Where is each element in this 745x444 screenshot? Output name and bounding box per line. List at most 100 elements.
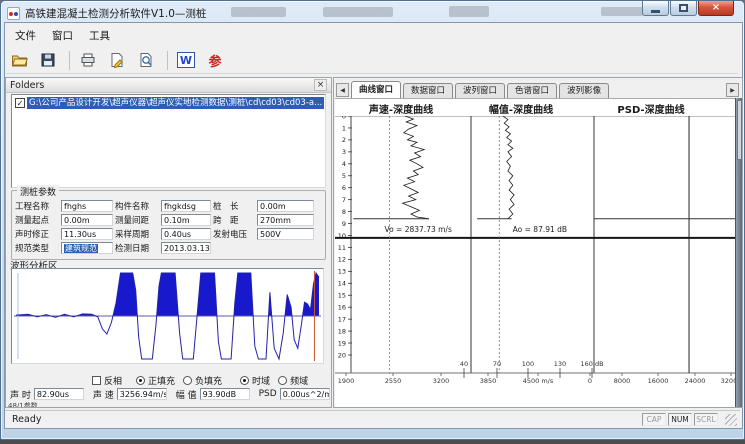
param-input[interactable]: fhgkdsg	[161, 200, 211, 212]
indicator-scrl: SCRL	[694, 413, 718, 426]
param-input[interactable]: 0.40us	[161, 228, 211, 240]
open-file-button[interactable]	[6, 49, 32, 72]
readout-2: 幅 值93.90dB	[176, 388, 250, 401]
radio-icon	[136, 376, 145, 385]
tab-spectrum[interactable]: 色谱窗口	[507, 83, 557, 98]
print-button[interactable]	[75, 49, 101, 72]
menu-item-window[interactable]: 窗口	[44, 26, 81, 45]
param-label: 跨 距	[213, 214, 255, 226]
x-tick-label: 2550	[385, 377, 402, 385]
checkbox-icon[interactable]: ✓	[15, 98, 25, 108]
readout-3: PSD0.00us^2/m	[259, 388, 330, 400]
radio-label: 频域	[290, 374, 308, 387]
svg-text:11: 11	[338, 244, 346, 252]
app-icon	[7, 7, 20, 20]
vertical-scrollbar[interactable]	[735, 98, 742, 408]
radio-fill-0[interactable]: 正填充	[136, 374, 175, 387]
param-label: 构件名称	[115, 200, 159, 212]
waveform-controls: 反相 正填充负填充 时域 频域	[6, 374, 331, 386]
readout-0: 声 时82.90us	[10, 388, 84, 401]
readout-input[interactable]: 3256.94m/s	[117, 388, 167, 400]
folder-list-item[interactable]: ✓G:\公司产品设计开发\超声仪器\超声仪实地检测数据\测桩\cd\cd03\c…	[13, 96, 324, 109]
tab-data[interactable]: 数据窗口	[403, 83, 453, 98]
menu-item-file[interactable]: 文件	[7, 26, 44, 45]
svg-text:2: 2	[342, 136, 346, 144]
radio-fill-1[interactable]: 负填充	[183, 374, 222, 387]
print-setup-button[interactable]	[104, 49, 130, 72]
tab-scroll-left-icon[interactable]: ◀	[336, 83, 349, 97]
title-bar[interactable]: 高铁建混凝土检测分析软件V1.0—测桩	[7, 4, 612, 22]
chart-title-0: 声速-深度曲线	[369, 101, 433, 116]
chart-annotation: Ao = 87.91 dB	[513, 225, 567, 234]
radio-domain-1[interactable]: 频域	[278, 374, 308, 387]
param-input[interactable]: 2013.03.13	[161, 242, 211, 254]
minimize-button[interactable]	[642, 1, 669, 16]
pile-parameters-grid: 工程名称fhghs构件名称fhgkdsg桩 长0.00m测量起点0.00m测量间…	[15, 200, 323, 254]
svg-text:6: 6	[342, 184, 346, 192]
readout-label: PSD	[259, 389, 277, 399]
folders-panel: Folders × ✓G:\公司产品设计开发\超声仪器\超声仪实地检测数据\测桩…	[5, 77, 332, 408]
folders-panel-title: Folders	[10, 80, 314, 91]
param-input[interactable]: fhghs	[61, 200, 113, 212]
param-input[interactable]: 0.00m	[61, 214, 113, 226]
x-tick-label: 24000	[685, 377, 706, 385]
indicator-cap: CAP	[642, 413, 666, 426]
toolbar-separator	[69, 51, 70, 70]
folder-open-icon	[11, 52, 28, 68]
close-button[interactable]: ×	[698, 1, 734, 16]
svg-text:14: 14	[338, 280, 346, 288]
param-label: 桩 长	[213, 200, 255, 212]
maximize-icon	[679, 4, 688, 12]
keyboard-indicators: CAPNUMSCRL	[640, 413, 718, 426]
printer-icon	[80, 52, 96, 68]
folders-header: Folders ×	[6, 78, 331, 93]
folders-close-button[interactable]: ×	[314, 79, 327, 91]
param-input[interactable]: 0.10m	[161, 214, 211, 226]
param-label: 发射电压	[213, 228, 255, 240]
radio-icon	[183, 376, 192, 385]
tab-curve[interactable]: 曲线窗口	[351, 81, 401, 98]
chart-title-1: 幅值-深度曲线	[489, 101, 553, 116]
x-tick-label: 3200	[433, 377, 450, 385]
folder-list[interactable]: ✓G:\公司产品设计开发\超声仪器\超声仪实地检测数据\测桩\cd\cd03\c…	[11, 94, 326, 188]
export-word-button[interactable]: W	[173, 49, 199, 72]
param-input[interactable]: 0.00m	[257, 200, 314, 212]
tab-strip: ◀ 曲线窗口数据窗口波列窗口色谱窗口波列影像 ▶	[335, 80, 741, 98]
param-input[interactable]: 500V	[257, 228, 314, 240]
save-button[interactable]	[35, 49, 61, 72]
redaction-smudge	[601, 7, 643, 16]
radio-domain-0[interactable]: 时域	[240, 374, 270, 387]
resize-grip[interactable]	[725, 414, 737, 426]
tabs: 曲线窗口数据窗口波列窗口色谱窗口波列影像	[351, 81, 611, 98]
svg-text:16: 16	[338, 304, 346, 312]
param-input[interactable]: 建筑规范	[61, 242, 113, 254]
window-title: 高铁建混凝土检测分析软件V1.0—测桩	[25, 6, 206, 21]
invert-checkbox[interactable]: 反相	[92, 374, 122, 387]
svg-text:5: 5	[342, 172, 346, 180]
indicator-num: NUM	[668, 413, 692, 426]
parameters-button[interactable]: 参	[202, 49, 228, 72]
svg-text:0: 0	[342, 116, 346, 120]
param-input[interactable]: 11.30us	[61, 228, 113, 240]
svg-text:12: 12	[338, 256, 346, 264]
svg-text:3: 3	[342, 148, 346, 156]
tab-wave-list[interactable]: 波列窗口	[455, 83, 505, 98]
readout-1: 声 速3256.94m/s	[93, 388, 167, 401]
readout-input[interactable]: 0.00us^2/m	[280, 388, 330, 400]
param-input[interactable]: 270mm	[257, 214, 314, 226]
minimize-icon	[651, 10, 660, 13]
menu-item-tools[interactable]: 工具	[81, 26, 118, 45]
waveform-plot[interactable]	[11, 268, 324, 364]
close-icon: ×	[712, 3, 720, 13]
scrollbar-thumb[interactable]	[737, 100, 742, 160]
x-tick-label: 1900	[338, 377, 355, 385]
tab-scroll-right-icon[interactable]: ▶	[726, 83, 739, 97]
tab-wave-image[interactable]: 波列影像	[559, 83, 609, 98]
print-preview-button[interactable]	[133, 49, 159, 72]
readout-input[interactable]: 82.90us	[34, 388, 84, 400]
readout-label: 幅 值	[176, 388, 197, 401]
maximize-button[interactable]	[670, 1, 697, 16]
sample-count-label: 48/1参数	[8, 401, 38, 408]
readout-input[interactable]: 93.90dB	[200, 388, 250, 400]
depth-charts-svg: 01234567891011121314151617181920Vo = 283…	[335, 116, 738, 396]
